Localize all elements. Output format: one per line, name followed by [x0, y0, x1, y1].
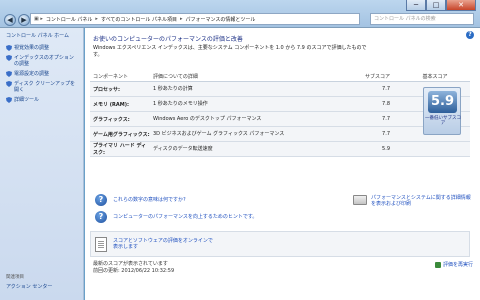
shield-icon — [6, 81, 12, 87]
row-subscore: 7.7 — [382, 86, 390, 92]
shield-icon — [6, 97, 12, 103]
close-button[interactable]: ✕ — [446, 0, 476, 11]
table-row: プライマリ ハード ディスク: ディスクのデータ転送速度 5.9 — [90, 142, 470, 157]
page-title: お使いのコンピューターのパフォーマンスの評価と改善 — [93, 36, 243, 43]
score-table: コンポーネント 評価についての詳細 サブスコア 基本スコア プロセッサ: 1 秒… — [90, 72, 470, 157]
control-panel-icon: ▣ ▸ — [34, 16, 43, 22]
row-component: メモリ (RAM): — [93, 101, 130, 108]
status-text: 最新のスコアが表示されています 前回の更新: 2012/06/22 10:32:… — [93, 261, 174, 275]
link-text[interactable]: これらの数字の意味は何ですか? — [113, 197, 186, 203]
table-row: ゲーム用グラフィックス: 3D ビジネスおよびゲーム グラフィックス パフォーマ… — [90, 127, 470, 142]
rerun-label[interactable]: 評価を再実行 — [443, 261, 473, 268]
sidebar-item-label: ディスク クリーンアップを開く — [14, 81, 75, 93]
col-component: コンポーネント — [93, 74, 129, 80]
sidebar-item-label: インデックスのオプションの調整 — [14, 55, 74, 67]
online-rating-link[interactable]: スコアとソフトウェアの評価をオンラインで表示します — [113, 238, 213, 250]
sidebar-item-disk-cleanup[interactable]: ディスク クリーンアップを開く — [6, 81, 77, 93]
col-subscore: サブスコア — [364, 74, 390, 80]
row-component: グラフィックス: — [93, 116, 130, 123]
row-subscore: 7.8 — [382, 101, 390, 107]
sidebar-item-label: 視覚効果の調整 — [14, 45, 50, 51]
base-score-caption: 一番低いサブスコア — [425, 116, 461, 126]
link-text[interactable]: コンピューターのパフォーマンスを向上するためのヒントです。 — [113, 214, 257, 220]
sidebar-item-visual-effects[interactable]: 視覚効果の調整 — [6, 45, 77, 51]
minimize-button[interactable]: ─ — [406, 0, 426, 11]
shield-icon — [6, 71, 12, 77]
address-bar[interactable]: ▣ ▸ コントロール パネル ▸ すべてのコントロール パネル項目 ▸ パフォー… — [30, 13, 360, 25]
rerun-assessment-link[interactable]: 評価を再実行 — [435, 261, 473, 268]
row-subscore: 7.7 — [382, 131, 390, 137]
shield-icon — [435, 261, 441, 268]
printer-icon — [353, 195, 367, 205]
document-icon — [95, 236, 107, 252]
row-component: ゲーム用グラフィックス: — [93, 131, 150, 138]
help-link-tips[interactable]: ? コンピューターのパフォーマンスを向上するためのヒントです。 — [95, 211, 257, 223]
see-also-heading: 関連項目 — [6, 275, 24, 280]
print-details-link[interactable]: パフォーマンスとシステムに関する詳細情報を表示および印刷 — [353, 195, 471, 207]
help-links: ? これらの数字の意味は何ですか? ? コンピューターのパフォーマンスを向上する… — [95, 194, 257, 228]
row-component: プロセッサ: — [93, 86, 121, 93]
breadcrumb-performance[interactable]: パフォーマンスの情報とツール — [186, 16, 256, 23]
nav-buttons: ◀ ▶ — [4, 13, 32, 26]
row-component: プライマリ ハード ディスク: — [93, 143, 147, 156]
last-update-line: 前回の更新: 2012/06/22 10:32:59 — [93, 268, 175, 274]
sidebar-item-advanced-tools[interactable]: 詳細ツール — [6, 97, 77, 103]
page-description: Windows エクスペリエンス インデックスは、主要なシステム コンポーネント… — [93, 45, 367, 58]
maximize-button[interactable]: □ — [426, 0, 446, 11]
question-icon: ? — [95, 194, 107, 206]
row-detail: ディスクのデータ転送速度 — [153, 146, 213, 152]
sidebar-item-label: 電源設定の調整 — [14, 71, 50, 77]
shield-icon — [6, 45, 12, 51]
sidebar-item-power[interactable]: 電源設定の調整 — [6, 71, 77, 77]
forward-button[interactable]: ▶ — [18, 13, 30, 26]
table-header: コンポーネント 評価についての詳細 サブスコア 基本スコア — [90, 72, 470, 82]
sidebar-item-label: 詳細ツール — [14, 97, 40, 103]
row-detail: Windows Aero のデスクトップ パフォーマンス — [153, 116, 262, 122]
breadcrumb-all-items[interactable]: すべてのコントロール パネル項目 — [101, 16, 177, 23]
sidebar-see-also: 関連項目 アクション センター — [6, 274, 52, 290]
row-detail: 1 秒あたりのメモリ操作 — [153, 101, 208, 107]
table-row: グラフィックス: Windows Aero のデスクトップ パフォーマンス 7.… — [90, 112, 470, 127]
action-center-link[interactable]: アクション センター — [6, 283, 52, 290]
question-icon: ? — [95, 211, 107, 223]
chevron-right-icon: ▸ — [179, 16, 183, 22]
chevron-right-icon: ▸ — [95, 16, 98, 22]
breadcrumb-control-panel[interactable]: コントロール パネル — [46, 16, 93, 23]
search-input[interactable]: コントロール パネルの検索 — [370, 13, 474, 25]
shield-icon — [6, 55, 12, 61]
row-detail: 1 秒あたりの計算 — [153, 86, 193, 92]
help-icon[interactable]: ? — [466, 31, 474, 39]
online-rating-box: スコアとソフトウェアの評価をオンラインで表示します — [90, 231, 470, 257]
col-rated: 評価についての詳細 — [153, 73, 198, 80]
sidebar-item-index-options[interactable]: インデックスのオプションの調整 — [6, 55, 77, 67]
col-base-score: 基本スコア — [422, 74, 448, 80]
base-score-panel: 5.9 一番低いサブスコア — [423, 87, 461, 135]
sidebar-home-link[interactable]: コントロール パネル ホーム — [6, 32, 77, 39]
window-controls: ─ □ ✕ — [406, 0, 476, 11]
sidebar: コントロール パネル ホーム 視覚効果の調整 インデックスのオプションの調整 電… — [0, 28, 84, 300]
table-row: メモリ (RAM): 1 秒あたりのメモリ操作 7.8 — [90, 97, 470, 112]
help-link-meaning[interactable]: ? これらの数字の意味は何ですか? — [95, 194, 257, 206]
row-subscore: 7.7 — [382, 116, 390, 122]
back-button[interactable]: ◀ — [4, 13, 16, 26]
table-row: プロセッサ: 1 秒あたりの計算 7.7 — [90, 82, 470, 97]
link-text[interactable]: パフォーマンスとシステムに関する詳細情報を表示および印刷 — [371, 195, 471, 207]
main-content: ? お使いのコンピューターのパフォーマンスの評価と改善 Windows エクスペ… — [85, 28, 480, 300]
row-subscore-lowest: 5.9 — [382, 146, 390, 152]
status-line: 最新のスコアが表示されています — [93, 261, 168, 267]
row-detail: 3D ビジネスおよびゲーム グラフィックス パフォーマンス — [153, 131, 285, 137]
base-score-badge: 5.9 — [428, 91, 457, 113]
window-titlebar: ─ □ ✕ ◀ ▶ ▣ ▸ コントロール パネル ▸ すべてのコントロール パネ… — [0, 0, 480, 28]
